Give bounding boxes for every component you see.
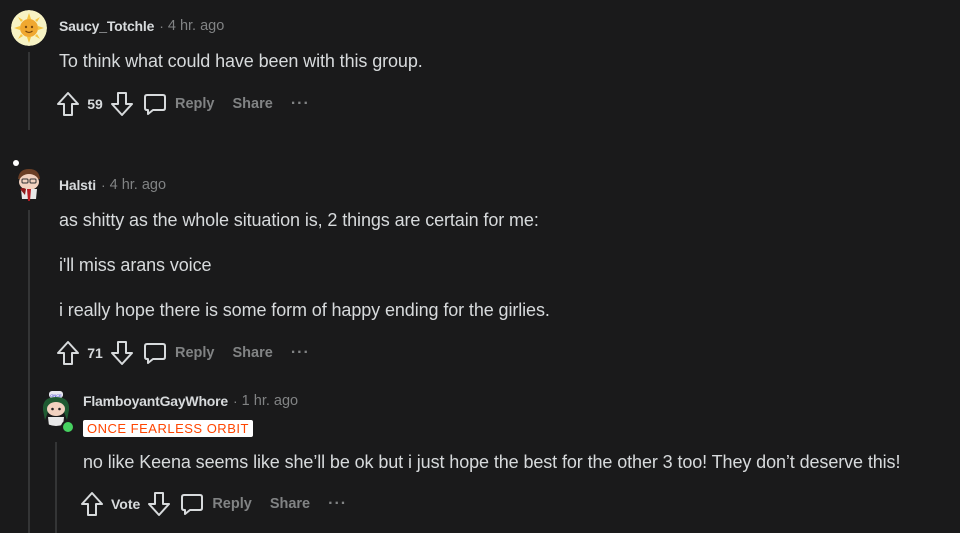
reply-button[interactable]: Reply bbox=[180, 492, 252, 516]
timestamp[interactable]: 4 hr. ago bbox=[110, 177, 166, 193]
reply-icon bbox=[144, 343, 166, 364]
thread-line-comment-2[interactable] bbox=[28, 210, 30, 533]
snoo-scarf-avatar-icon bbox=[11, 165, 47, 201]
comment-body: To think what could have been with this … bbox=[59, 51, 423, 71]
reply-label: Reply bbox=[175, 96, 215, 112]
reply-icon bbox=[181, 494, 204, 515]
comment-actions: Vote Reply Share ··· bbox=[80, 489, 347, 519]
comment-meta: FlamboyantGayWhore · 1 hr. ago bbox=[83, 393, 298, 409]
upvote-icon[interactable] bbox=[80, 491, 104, 517]
username[interactable]: Saucy_Totchle bbox=[59, 18, 154, 34]
comment-meta: Saucy_Totchle · 4 hr. ago bbox=[59, 18, 224, 34]
vote-score: 71 bbox=[87, 345, 103, 361]
reply-label: Reply bbox=[212, 496, 252, 512]
vote-label: Vote bbox=[111, 496, 141, 512]
thread-line-comment-1[interactable] bbox=[28, 52, 30, 130]
username[interactable]: Halsti bbox=[59, 177, 96, 193]
username[interactable]: FlamboyantGayWhore bbox=[83, 393, 228, 409]
timestamp[interactable]: 4 hr. ago bbox=[168, 18, 224, 34]
share-button[interactable]: Share bbox=[233, 96, 273, 112]
thread-line-comment-3[interactable] bbox=[55, 442, 57, 533]
comment-paragraph: as shitty as the whole situation is, 2 t… bbox=[59, 210, 539, 230]
share-button[interactable]: Share bbox=[270, 496, 310, 512]
meta-separator: · bbox=[232, 393, 238, 409]
downvote-icon[interactable] bbox=[110, 91, 134, 117]
comment-paragraph: i really hope there is some form of happ… bbox=[59, 300, 550, 320]
more-options-icon[interactable]: ··· bbox=[291, 95, 310, 113]
comment-body: no like Keena seems like she’ll be ok bu… bbox=[83, 452, 901, 472]
user-avatar[interactable] bbox=[11, 165, 47, 201]
online-status-indicator bbox=[61, 420, 75, 434]
sun-avatar-icon bbox=[11, 10, 47, 46]
reply-button[interactable]: Reply bbox=[143, 341, 215, 365]
share-button[interactable]: Share bbox=[233, 345, 273, 361]
user-flair: ONCE FEARLESS ORBIT bbox=[83, 420, 253, 437]
upvote-icon[interactable] bbox=[56, 91, 80, 117]
more-options-icon[interactable]: ··· bbox=[328, 495, 347, 513]
downvote-icon[interactable] bbox=[110, 340, 134, 366]
reply-label: Reply bbox=[175, 345, 215, 361]
user-avatar[interactable] bbox=[11, 10, 47, 46]
more-options-icon[interactable]: ··· bbox=[291, 344, 310, 362]
reply-button[interactable]: Reply bbox=[143, 92, 215, 116]
comment-actions: 59 Reply Share ··· bbox=[56, 89, 310, 119]
comment-actions: 71 Reply Share ··· bbox=[56, 338, 310, 368]
meta-separator: · bbox=[159, 18, 164, 34]
downvote-icon[interactable] bbox=[147, 491, 171, 517]
notification-dot bbox=[13, 160, 19, 166]
timestamp[interactable]: 1 hr. ago bbox=[242, 393, 298, 409]
meta-separator: · bbox=[100, 177, 106, 193]
comment-thread: Saucy_Totchle · 4 hr. ago To think what … bbox=[0, 0, 960, 533]
reply-icon bbox=[144, 94, 166, 115]
vote-score: 59 bbox=[87, 96, 103, 112]
upvote-icon[interactable] bbox=[56, 340, 80, 366]
comment-meta: Halsti · 4 hr. ago bbox=[59, 177, 166, 193]
comment-paragraph: i'll miss arans voice bbox=[59, 255, 212, 275]
